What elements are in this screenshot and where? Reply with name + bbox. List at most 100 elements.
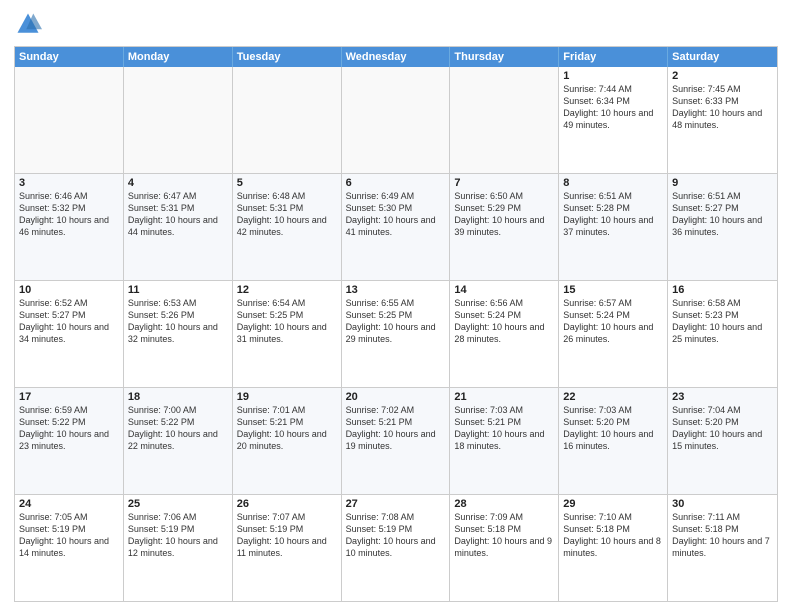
day-number-19: 19 [237, 391, 337, 403]
day-cell-8: 8Sunrise: 6:51 AMSunset: 5:28 PMDaylight… [559, 174, 668, 280]
calendar-row-4: 24Sunrise: 7:05 AMSunset: 5:19 PMDayligh… [15, 494, 777, 601]
day-info-6: Sunrise: 6:49 AMSunset: 5:30 PMDaylight:… [346, 190, 446, 239]
day-cell-9: 9Sunrise: 6:51 AMSunset: 5:27 PMDaylight… [668, 174, 777, 280]
day-info-4: Sunrise: 6:47 AMSunset: 5:31 PMDaylight:… [128, 190, 228, 239]
day-cell-16: 16Sunrise: 6:58 AMSunset: 5:23 PMDayligh… [668, 281, 777, 387]
day-info-12: Sunrise: 6:54 AMSunset: 5:25 PMDaylight:… [237, 297, 337, 346]
day-info-1: Sunrise: 7:44 AMSunset: 6:34 PMDaylight:… [563, 83, 663, 132]
logo [14, 10, 46, 38]
day-number-28: 28 [454, 498, 554, 510]
day-number-24: 24 [19, 498, 119, 510]
day-info-10: Sunrise: 6:52 AMSunset: 5:27 PMDaylight:… [19, 297, 119, 346]
day-cell-22: 22Sunrise: 7:03 AMSunset: 5:20 PMDayligh… [559, 388, 668, 494]
calendar-row-1: 3Sunrise: 6:46 AMSunset: 5:32 PMDaylight… [15, 173, 777, 280]
day-number-2: 2 [672, 70, 773, 82]
day-info-7: Sunrise: 6:50 AMSunset: 5:29 PMDaylight:… [454, 190, 554, 239]
day-cell-7: 7Sunrise: 6:50 AMSunset: 5:29 PMDaylight… [450, 174, 559, 280]
day-info-16: Sunrise: 6:58 AMSunset: 5:23 PMDaylight:… [672, 297, 773, 346]
day-info-14: Sunrise: 6:56 AMSunset: 5:24 PMDaylight:… [454, 297, 554, 346]
logo-icon [14, 10, 42, 38]
day-info-9: Sunrise: 6:51 AMSunset: 5:27 PMDaylight:… [672, 190, 773, 239]
day-number-8: 8 [563, 177, 663, 189]
day-cell-18: 18Sunrise: 7:00 AMSunset: 5:22 PMDayligh… [124, 388, 233, 494]
day-number-4: 4 [128, 177, 228, 189]
day-number-9: 9 [672, 177, 773, 189]
day-cell-25: 25Sunrise: 7:06 AMSunset: 5:19 PMDayligh… [124, 495, 233, 601]
day-cell-13: 13Sunrise: 6:55 AMSunset: 5:25 PMDayligh… [342, 281, 451, 387]
day-cell-23: 23Sunrise: 7:04 AMSunset: 5:20 PMDayligh… [668, 388, 777, 494]
day-number-26: 26 [237, 498, 337, 510]
day-cell-5: 5Sunrise: 6:48 AMSunset: 5:31 PMDaylight… [233, 174, 342, 280]
weekday-header-sunday: Sunday [15, 47, 124, 67]
day-number-7: 7 [454, 177, 554, 189]
day-cell-28: 28Sunrise: 7:09 AMSunset: 5:18 PMDayligh… [450, 495, 559, 601]
day-number-27: 27 [346, 498, 446, 510]
empty-cell-0-0 [15, 67, 124, 173]
day-info-11: Sunrise: 6:53 AMSunset: 5:26 PMDaylight:… [128, 297, 228, 346]
day-cell-19: 19Sunrise: 7:01 AMSunset: 5:21 PMDayligh… [233, 388, 342, 494]
page: SundayMondayTuesdayWednesdayThursdayFrid… [0, 0, 792, 612]
calendar-header-row: SundayMondayTuesdayWednesdayThursdayFrid… [15, 47, 777, 67]
empty-cell-0-3 [342, 67, 451, 173]
empty-cell-0-1 [124, 67, 233, 173]
day-number-6: 6 [346, 177, 446, 189]
day-cell-6: 6Sunrise: 6:49 AMSunset: 5:30 PMDaylight… [342, 174, 451, 280]
day-number-16: 16 [672, 284, 773, 296]
day-info-19: Sunrise: 7:01 AMSunset: 5:21 PMDaylight:… [237, 404, 337, 453]
day-info-18: Sunrise: 7:00 AMSunset: 5:22 PMDaylight:… [128, 404, 228, 453]
day-cell-3: 3Sunrise: 6:46 AMSunset: 5:32 PMDaylight… [15, 174, 124, 280]
day-number-15: 15 [563, 284, 663, 296]
day-info-5: Sunrise: 6:48 AMSunset: 5:31 PMDaylight:… [237, 190, 337, 239]
day-number-23: 23 [672, 391, 773, 403]
day-cell-12: 12Sunrise: 6:54 AMSunset: 5:25 PMDayligh… [233, 281, 342, 387]
day-cell-17: 17Sunrise: 6:59 AMSunset: 5:22 PMDayligh… [15, 388, 124, 494]
day-cell-30: 30Sunrise: 7:11 AMSunset: 5:18 PMDayligh… [668, 495, 777, 601]
day-info-23: Sunrise: 7:04 AMSunset: 5:20 PMDaylight:… [672, 404, 773, 453]
calendar-body: 1Sunrise: 7:44 AMSunset: 6:34 PMDaylight… [15, 67, 777, 601]
day-cell-24: 24Sunrise: 7:05 AMSunset: 5:19 PMDayligh… [15, 495, 124, 601]
day-number-14: 14 [454, 284, 554, 296]
day-number-29: 29 [563, 498, 663, 510]
day-cell-20: 20Sunrise: 7:02 AMSunset: 5:21 PMDayligh… [342, 388, 451, 494]
day-number-21: 21 [454, 391, 554, 403]
weekday-header-saturday: Saturday [668, 47, 777, 67]
day-info-15: Sunrise: 6:57 AMSunset: 5:24 PMDaylight:… [563, 297, 663, 346]
day-cell-4: 4Sunrise: 6:47 AMSunset: 5:31 PMDaylight… [124, 174, 233, 280]
day-info-13: Sunrise: 6:55 AMSunset: 5:25 PMDaylight:… [346, 297, 446, 346]
day-info-25: Sunrise: 7:06 AMSunset: 5:19 PMDaylight:… [128, 511, 228, 560]
empty-cell-0-2 [233, 67, 342, 173]
day-cell-27: 27Sunrise: 7:08 AMSunset: 5:19 PMDayligh… [342, 495, 451, 601]
day-number-10: 10 [19, 284, 119, 296]
day-cell-29: 29Sunrise: 7:10 AMSunset: 5:18 PMDayligh… [559, 495, 668, 601]
weekday-header-thursday: Thursday [450, 47, 559, 67]
day-info-29: Sunrise: 7:10 AMSunset: 5:18 PMDaylight:… [563, 511, 663, 560]
weekday-header-monday: Monday [124, 47, 233, 67]
day-cell-21: 21Sunrise: 7:03 AMSunset: 5:21 PMDayligh… [450, 388, 559, 494]
day-info-26: Sunrise: 7:07 AMSunset: 5:19 PMDaylight:… [237, 511, 337, 560]
day-cell-14: 14Sunrise: 6:56 AMSunset: 5:24 PMDayligh… [450, 281, 559, 387]
weekday-header-tuesday: Tuesday [233, 47, 342, 67]
day-number-18: 18 [128, 391, 228, 403]
day-info-2: Sunrise: 7:45 AMSunset: 6:33 PMDaylight:… [672, 83, 773, 132]
day-number-25: 25 [128, 498, 228, 510]
day-number-13: 13 [346, 284, 446, 296]
day-info-21: Sunrise: 7:03 AMSunset: 5:21 PMDaylight:… [454, 404, 554, 453]
day-info-3: Sunrise: 6:46 AMSunset: 5:32 PMDaylight:… [19, 190, 119, 239]
day-number-22: 22 [563, 391, 663, 403]
weekday-header-wednesday: Wednesday [342, 47, 451, 67]
day-number-17: 17 [19, 391, 119, 403]
day-info-17: Sunrise: 6:59 AMSunset: 5:22 PMDaylight:… [19, 404, 119, 453]
day-cell-10: 10Sunrise: 6:52 AMSunset: 5:27 PMDayligh… [15, 281, 124, 387]
day-number-1: 1 [563, 70, 663, 82]
calendar-row-2: 10Sunrise: 6:52 AMSunset: 5:27 PMDayligh… [15, 280, 777, 387]
day-cell-15: 15Sunrise: 6:57 AMSunset: 5:24 PMDayligh… [559, 281, 668, 387]
day-cell-2: 2Sunrise: 7:45 AMSunset: 6:33 PMDaylight… [668, 67, 777, 173]
day-info-20: Sunrise: 7:02 AMSunset: 5:21 PMDaylight:… [346, 404, 446, 453]
empty-cell-0-4 [450, 67, 559, 173]
day-cell-1: 1Sunrise: 7:44 AMSunset: 6:34 PMDaylight… [559, 67, 668, 173]
day-number-3: 3 [19, 177, 119, 189]
weekday-header-friday: Friday [559, 47, 668, 67]
day-info-30: Sunrise: 7:11 AMSunset: 5:18 PMDaylight:… [672, 511, 773, 560]
calendar: SundayMondayTuesdayWednesdayThursdayFrid… [14, 46, 778, 602]
day-number-30: 30 [672, 498, 773, 510]
